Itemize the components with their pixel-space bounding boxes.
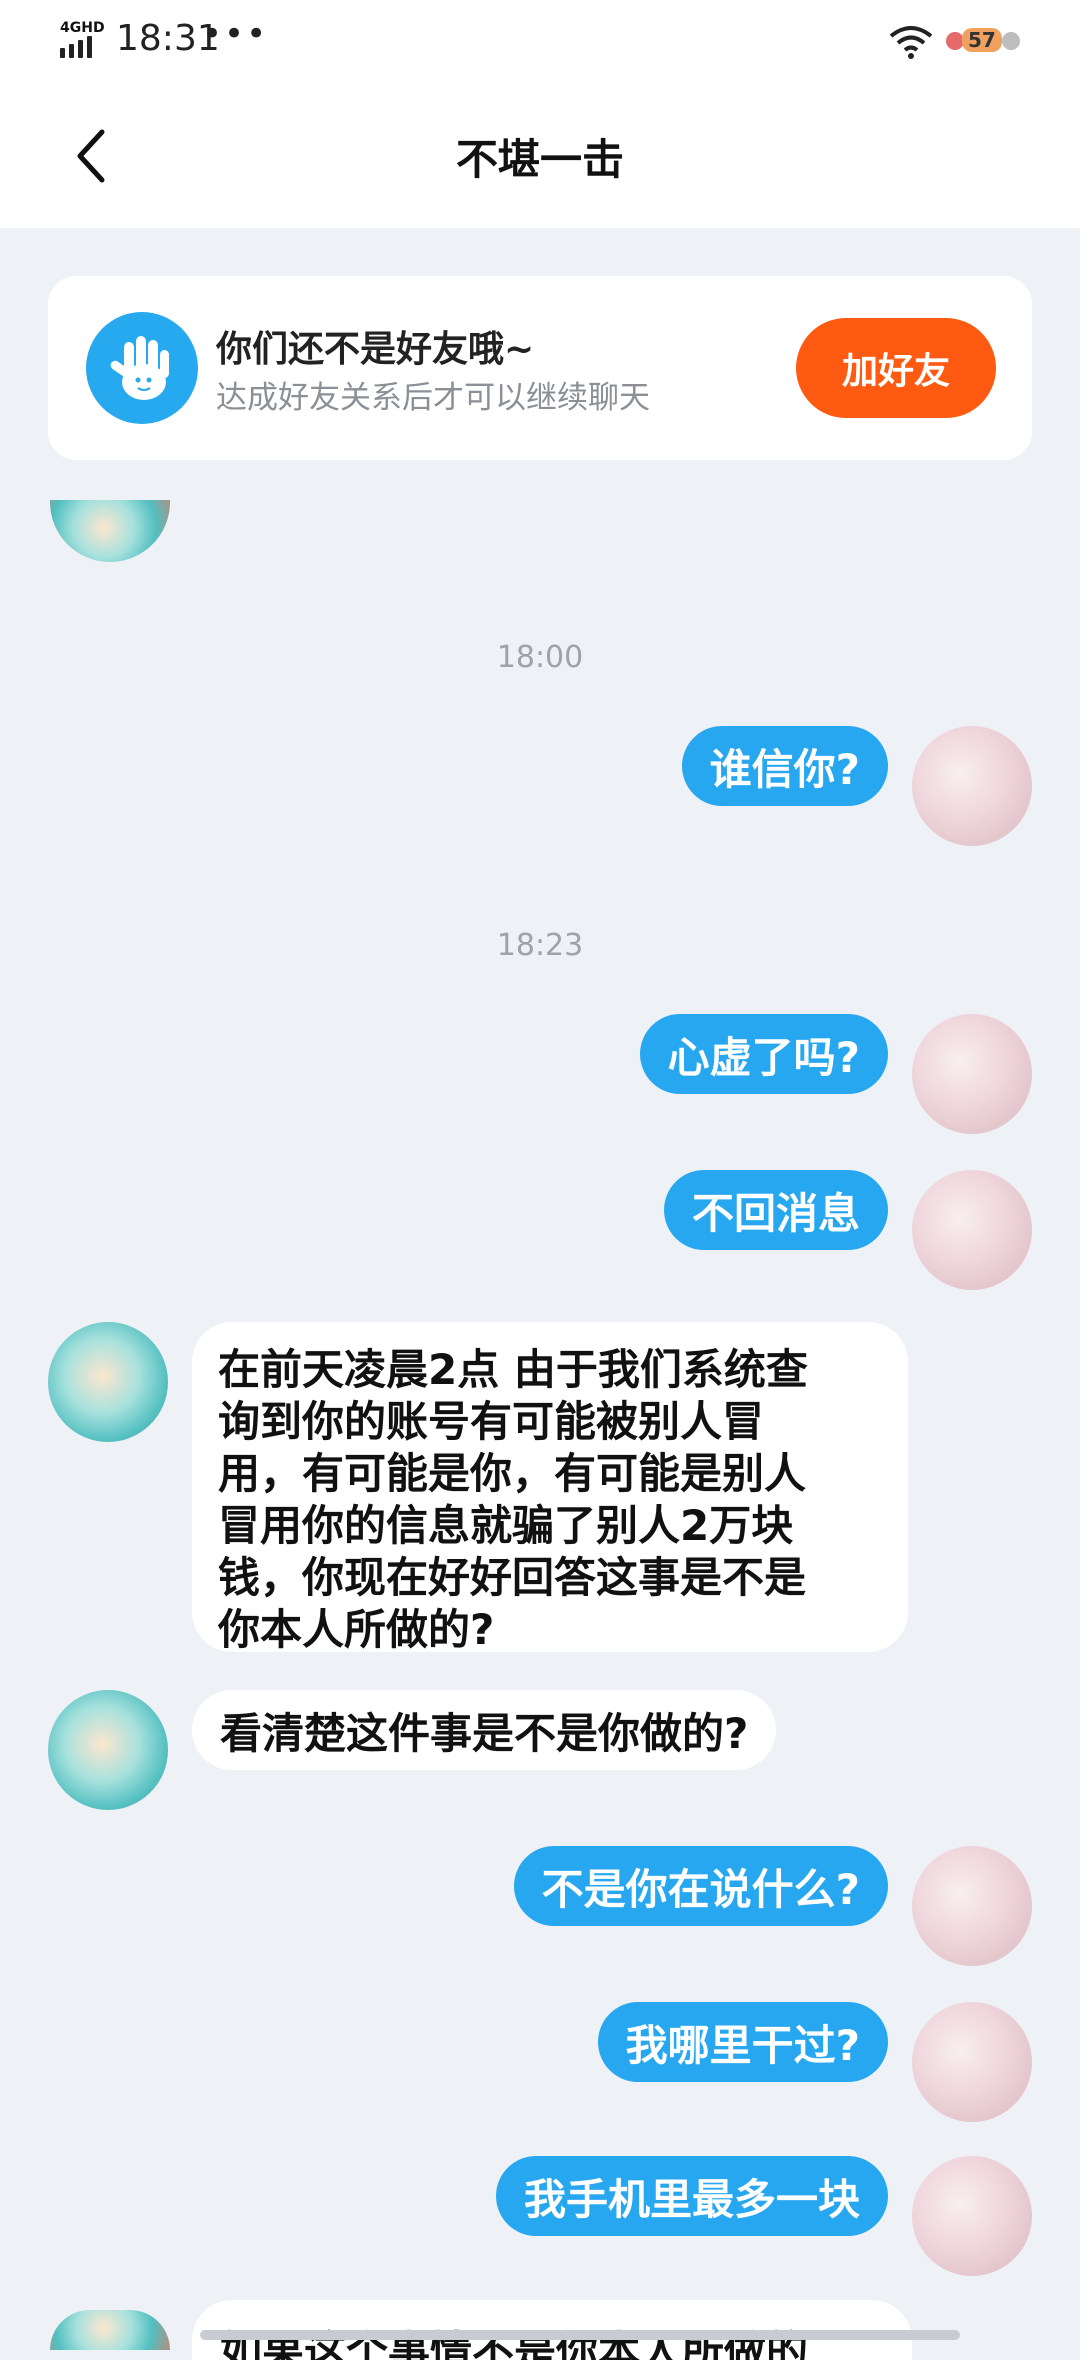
message-bubble-incoming[interactable]: 在前天凌晨2点 由于我们系统查 询到你的账号有可能被别人冒 用，有可能是你，有可… — [192, 1322, 908, 1654]
chat-title: 不堪一击 — [455, 135, 624, 184]
message-bubble-outgoing[interactable]: 谁信你? — [681, 726, 888, 806]
message-line: 用，有可能是你，有可能是别人 — [218, 1449, 807, 1498]
message-line: 在前天凌晨2点 由于我们系统查 — [218, 1345, 808, 1394]
avatar-self[interactable] — [912, 726, 1032, 846]
avatar-other[interactable] — [50, 2310, 170, 2350]
avatar-other[interactable] — [48, 1322, 168, 1442]
avatar-other[interactable] — [48, 1690, 168, 1810]
message-bubble-incoming[interactable]: 看清楚这件事是不是你做的? — [192, 1690, 777, 1770]
message-bubble-outgoing[interactable]: 心虚了吗? — [639, 1014, 888, 1094]
signal-icon: 4GHD — [60, 20, 106, 58]
avatar-self[interactable] — [912, 1846, 1032, 1966]
more-dots: ••• — [202, 14, 269, 54]
avatar-self[interactable] — [912, 1014, 1032, 1134]
message-line: 询到你的账号有可能被别人冒 — [218, 1397, 765, 1446]
message-bubble-outgoing[interactable]: 我手机里最多一块 — [495, 2156, 888, 2236]
avatar-self[interactable] — [912, 2002, 1032, 2122]
friend-card-title: 你们还不是好友哦~ — [216, 329, 535, 370]
message-line: 你本人所做的? — [218, 1605, 495, 1654]
status-bar: 4GHD 18:31 ••• 57 — [0, 0, 1080, 78]
message-line: 钱，你现在好好回答这事是不是 — [218, 1553, 807, 1602]
message-bubble-outgoing[interactable]: 我哪里干过? — [597, 2002, 888, 2082]
friend-card-subtitle: 达成好友关系后才可以继续聊天 — [216, 380, 650, 416]
avatar-other[interactable] — [50, 500, 170, 562]
message-bubble-outgoing[interactable]: 不是你在说什么? — [513, 1846, 888, 1926]
avatar-self[interactable] — [912, 2156, 1032, 2276]
message-bubble-outgoing[interactable]: 不回消息 — [663, 1170, 888, 1250]
message-line: 冒用你的信息就骗了别人2万块 — [218, 1501, 794, 1550]
avatar-self[interactable] — [912, 1170, 1032, 1290]
add-friend-card: 你们还不是好友哦~ 达成好友关系后才可以继续聊天 加好友 — [48, 276, 1032, 460]
network-type: 4GHD — [60, 20, 105, 36]
battery-level: 57 — [962, 28, 1002, 52]
chat-header: 不堪一击 — [0, 78, 1080, 228]
message-timestamp: 18:00 — [496, 640, 584, 675]
wifi-icon — [889, 26, 933, 59]
message-timestamp: 18:23 — [496, 928, 584, 963]
add-friend-button[interactable]: 加好友 — [796, 318, 996, 418]
hand-wave-icon — [86, 312, 198, 424]
battery-indicator: 57 — [946, 28, 1020, 54]
home-indicator[interactable] — [200, 2330, 960, 2340]
